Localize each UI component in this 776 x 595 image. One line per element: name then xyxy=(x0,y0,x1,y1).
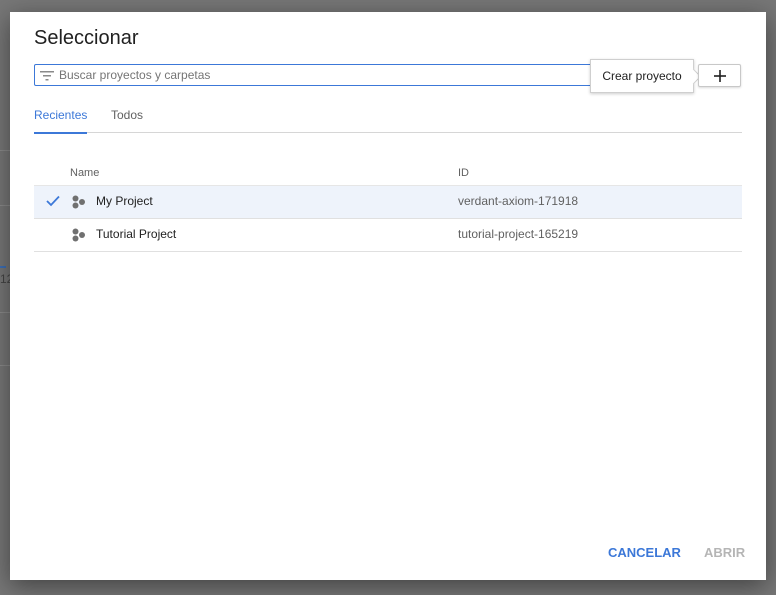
cancel-button[interactable]: CANCELAR xyxy=(608,545,681,560)
table-row[interactable]: Tutorial Project tutorial-project-165219 xyxy=(34,219,742,252)
project-icon xyxy=(72,228,85,242)
open-button[interactable]: ABRIR xyxy=(704,545,745,560)
background-divider xyxy=(0,365,10,366)
project-name: My Project xyxy=(96,194,153,208)
background-divider xyxy=(0,312,10,313)
project-icon xyxy=(72,195,85,209)
projects-table: Name ID My Project verdant-axiom-171918 … xyxy=(34,162,742,252)
check-icon xyxy=(46,195,60,207)
background-divider xyxy=(0,205,10,206)
search-input[interactable] xyxy=(59,66,589,84)
create-project-button[interactable] xyxy=(698,64,741,87)
tab-todos[interactable]: Todos xyxy=(111,108,143,130)
table-header: Name ID xyxy=(34,162,742,186)
project-name: Tutorial Project xyxy=(96,227,177,241)
select-project-dialog: Seleccionar Crear proyecto Recientes Tod… xyxy=(10,12,766,580)
background-divider xyxy=(0,150,10,151)
column-header-name[interactable]: Name xyxy=(70,167,99,179)
table-row[interactable]: My Project verdant-axiom-171918 xyxy=(34,186,742,219)
tab-recientes[interactable]: Recientes xyxy=(34,108,88,134)
tab-bar: Recientes Todos xyxy=(34,108,742,134)
filter-icon xyxy=(40,71,54,81)
dialog-title: Seleccionar xyxy=(34,27,139,49)
plus-icon xyxy=(713,69,726,82)
create-project-tooltip: Crear proyecto xyxy=(590,59,694,93)
background-accent xyxy=(0,266,6,268)
column-header-id[interactable]: ID xyxy=(458,167,469,179)
project-id: tutorial-project-165219 xyxy=(458,227,579,241)
search-box[interactable] xyxy=(34,64,604,86)
project-id: verdant-axiom-171918 xyxy=(458,194,579,208)
